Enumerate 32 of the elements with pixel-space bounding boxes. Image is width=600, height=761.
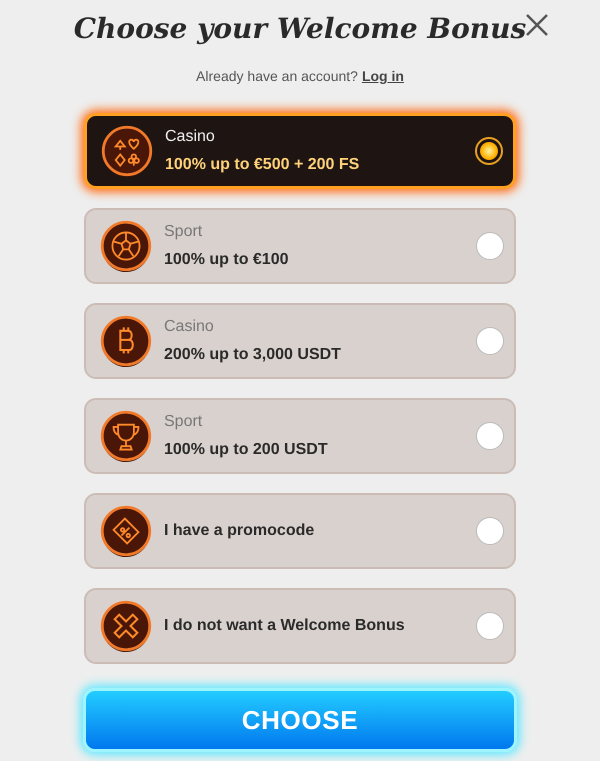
account-prompt: Already have an account? bbox=[196, 67, 358, 86]
cross-icon bbox=[100, 600, 152, 652]
option-category: Sport bbox=[164, 222, 204, 242]
bonus-option[interactable]: Casino 200% up to 3,000 USDT bbox=[84, 303, 516, 379]
bonus-option[interactable]: I have a promocode bbox=[84, 493, 516, 569]
close-icon bbox=[525, 13, 549, 37]
option-category: Sport bbox=[164, 412, 204, 432]
option-category: Casino bbox=[164, 317, 215, 337]
bonus-option[interactable]: I do not want a Welcome Bonus bbox=[84, 588, 516, 664]
radio-button[interactable] bbox=[476, 422, 504, 450]
bitcoin-icon bbox=[100, 315, 152, 367]
option-offer: I do not want a Welcome Bonus bbox=[164, 616, 406, 636]
option-offer: 100% up to 200 USDT bbox=[164, 440, 329, 460]
option-offer: I have a promocode bbox=[164, 521, 316, 541]
ticket-icon bbox=[100, 505, 152, 557]
option-offer: 100% up to €100 bbox=[164, 250, 290, 270]
soccer-ball-icon bbox=[100, 220, 152, 272]
radio-button[interactable] bbox=[475, 137, 503, 165]
option-category: Casino bbox=[165, 127, 216, 147]
radio-button[interactable] bbox=[476, 517, 504, 545]
trophy-icon bbox=[100, 410, 152, 462]
dialog-title: Choose your Welcome Bonus bbox=[74, 11, 526, 47]
option-offer: 100% up to €500 + 200 FS bbox=[165, 155, 360, 175]
bonus-option[interactable]: Sport 100% up to 200 USDT bbox=[84, 398, 516, 474]
radio-button[interactable] bbox=[476, 327, 504, 355]
card-suits-icon bbox=[101, 125, 153, 177]
bonus-option[interactable]: Casino 100% up to €500 + 200 FS bbox=[84, 113, 516, 189]
login-link[interactable]: Log in bbox=[362, 66, 404, 87]
radio-button[interactable] bbox=[476, 232, 504, 260]
bonus-option[interactable]: Sport 100% up to €100 bbox=[84, 208, 516, 284]
option-offer: 200% up to 3,000 USDT bbox=[164, 345, 342, 365]
radio-button[interactable] bbox=[476, 612, 504, 640]
